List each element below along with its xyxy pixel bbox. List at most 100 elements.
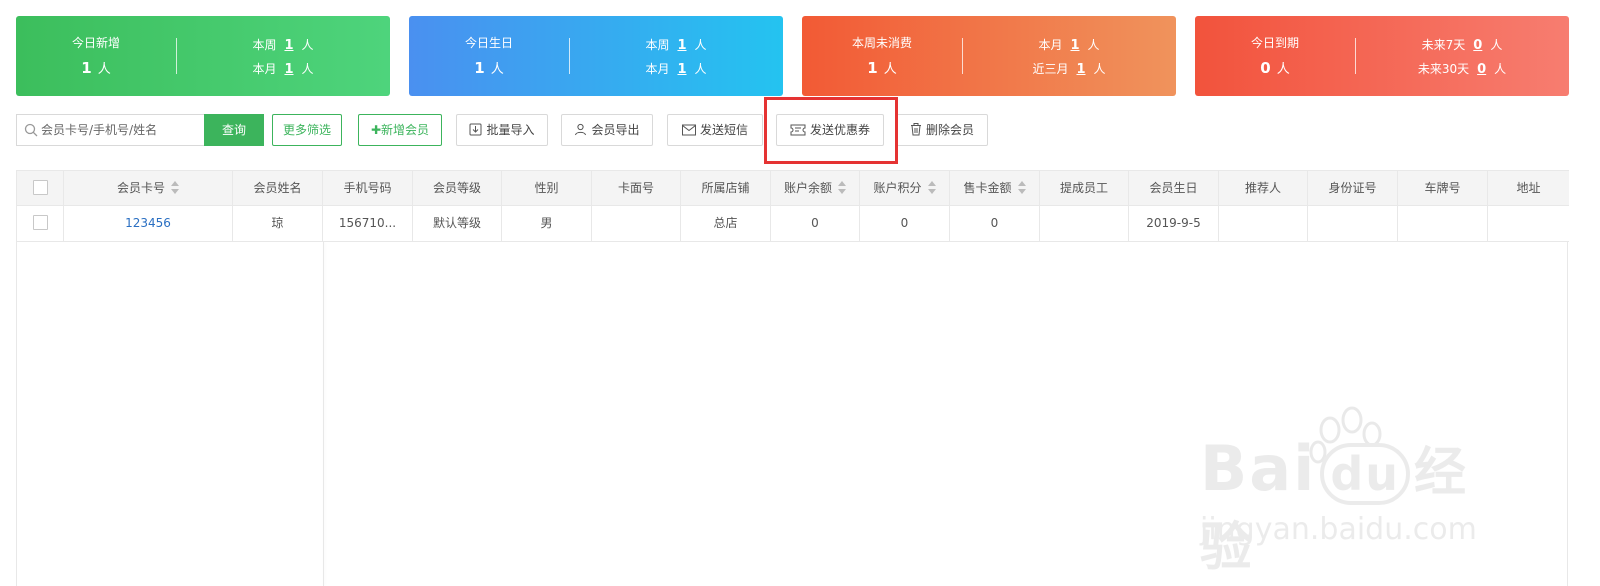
query-button[interactable]: 查询 [204, 114, 264, 146]
table-header: 会员卡号 会员姓名 手机号码 会员等级 性别 卡面号 所属店铺 账户余额 账户积… [17, 170, 1569, 206]
cell-level: 默认等级 [413, 206, 502, 241]
member-export-button[interactable]: 会员导出 [561, 114, 653, 146]
card-expire-today[interactable]: 今日到期 0人 未来7天 0 人 未来30天 0 人 [1195, 16, 1569, 96]
trash-icon [910, 123, 921, 136]
header-face-no: 卡面号 [592, 171, 681, 205]
card-row-value[interactable]: 1 [284, 62, 293, 77]
watermark-brand: Bai [1200, 432, 1317, 505]
card-title: 本周未消费 [851, 36, 912, 50]
card-row-unit: 人 [1494, 62, 1507, 76]
card-row-unit: 人 [694, 38, 707, 52]
header-select-all[interactable] [17, 171, 64, 205]
cell-gender: 男 [502, 206, 592, 241]
header-label: 会员卡号 [116, 181, 165, 195]
card-value: 1 [81, 59, 92, 77]
card-unit: 人 [1276, 62, 1290, 77]
card-row-unit: 人 [1087, 38, 1100, 52]
cell-face-no [592, 206, 681, 241]
delete-member-label: 删除会员 [925, 123, 974, 137]
header-label: 账户积分 [873, 181, 922, 195]
card-value: 1 [867, 59, 878, 77]
highlight-box [764, 97, 898, 164]
card-row-value[interactable]: 0 [1477, 62, 1486, 77]
cell-staff [1040, 206, 1129, 241]
search-input[interactable] [41, 117, 201, 143]
add-member-button[interactable]: ✚新增会员 [358, 114, 442, 146]
user-icon [575, 123, 587, 136]
card-value: 1 [474, 59, 485, 77]
header-sale-amount[interactable]: 售卡金额 [950, 171, 1040, 205]
row-select[interactable] [17, 206, 64, 241]
checkbox[interactable] [32, 179, 48, 195]
stat-cards: 今日新增 1人 本周 1 人 本月 1 人 今日生日 1人 本周 1 人 本月 1 人 本周未消… [16, 16, 1600, 96]
card-row-label: 未来7天 [1421, 38, 1466, 52]
card-unit: 人 [883, 62, 897, 77]
cell-address [1488, 206, 1569, 241]
cell-birthday: 2019-9-5 [1129, 206, 1219, 241]
header-staff: 提成员工 [1040, 171, 1129, 205]
card-title: 今日到期 [1250, 36, 1299, 50]
card-title: 今日生日 [464, 36, 513, 50]
card-row-value[interactable]: 0 [1473, 38, 1482, 53]
card-unit: 人 [490, 62, 504, 77]
header-phone: 手机号码 [323, 171, 413, 205]
card-row-value[interactable]: 1 [677, 38, 686, 53]
cell-phone: 156710... [323, 206, 413, 241]
card-row-value[interactable]: 1 [1070, 38, 1079, 53]
cell-store: 总店 [681, 206, 771, 241]
watermark-brand-du: du [1320, 443, 1411, 505]
header-level: 会员等级 [413, 171, 502, 205]
batch-import-button[interactable]: 批量导入 [456, 114, 548, 146]
header-id-no: 身份证号 [1308, 171, 1398, 205]
card-row-unit: 人 [1093, 62, 1106, 76]
card-row-value[interactable]: 1 [284, 38, 293, 53]
cell-card-no[interactable]: 123456 [64, 206, 233, 241]
card-row-value[interactable]: 1 [1076, 62, 1085, 77]
card-no-consumption-week[interactable]: 本周未消费 1人 本月 1 人 近三月 1 人 [802, 16, 1176, 96]
cell-points: 0 [860, 206, 950, 241]
table-row[interactable]: 123456 琼 156710... 默认等级 男 总店 0 0 0 2019-… [17, 206, 1569, 242]
card-new-today[interactable]: 今日新增 1人 本周 1 人 本月 1 人 [16, 16, 390, 96]
header-plate: 车牌号 [1398, 171, 1488, 205]
card-value: 0 [1260, 59, 1271, 77]
sort-icon[interactable] [927, 180, 936, 194]
import-icon [469, 123, 482, 136]
sort-icon[interactable] [1017, 180, 1026, 194]
card-unit: 人 [97, 62, 111, 77]
search-icon [24, 123, 38, 137]
header-store: 所属店铺 [681, 171, 771, 205]
card-row-label: 本周 [252, 38, 277, 52]
sort-icon[interactable] [171, 180, 179, 194]
header-gender: 性别 [502, 171, 592, 205]
header-referrer: 推荐人 [1219, 171, 1308, 205]
header-balance[interactable]: 账户余额 [771, 171, 860, 205]
card-row-unit: 人 [301, 62, 314, 76]
header-card-no[interactable]: 会员卡号 [64, 171, 233, 205]
header-name: 会员姓名 [233, 171, 323, 205]
send-sms-button[interactable]: 发送短信 [667, 114, 763, 146]
card-row-label: 本月 [252, 62, 277, 76]
cell-balance: 0 [771, 206, 860, 241]
fixed-column-divider [323, 242, 324, 586]
header-label: 账户余额 [783, 181, 832, 195]
card-row-label: 本月 [1038, 38, 1063, 52]
cell-referrer [1219, 206, 1308, 241]
delete-member-button[interactable]: 删除会员 [896, 114, 988, 146]
batch-import-label: 批量导入 [486, 123, 535, 137]
send-sms-label: 发送短信 [699, 123, 748, 137]
card-row-value[interactable]: 1 [677, 62, 686, 77]
checkbox[interactable] [32, 214, 48, 230]
header-birthday: 会员生日 [1129, 171, 1219, 205]
cell-id-no [1308, 206, 1398, 241]
cell-sale-amount: 0 [950, 206, 1040, 241]
card-row-unit: 人 [301, 38, 314, 52]
more-filter-button[interactable]: 更多筛选 [272, 114, 342, 146]
header-address: 地址 [1516, 181, 1541, 195]
cell-plate [1398, 206, 1488, 241]
card-row-label: 本周 [645, 38, 670, 52]
card-row-label: 本月 [645, 62, 670, 76]
card-birthday-today[interactable]: 今日生日 1人 本周 1 人 本月 1 人 [409, 16, 783, 96]
header-points[interactable]: 账户积分 [860, 171, 950, 205]
sort-icon[interactable] [838, 180, 846, 194]
search-box [16, 114, 204, 146]
